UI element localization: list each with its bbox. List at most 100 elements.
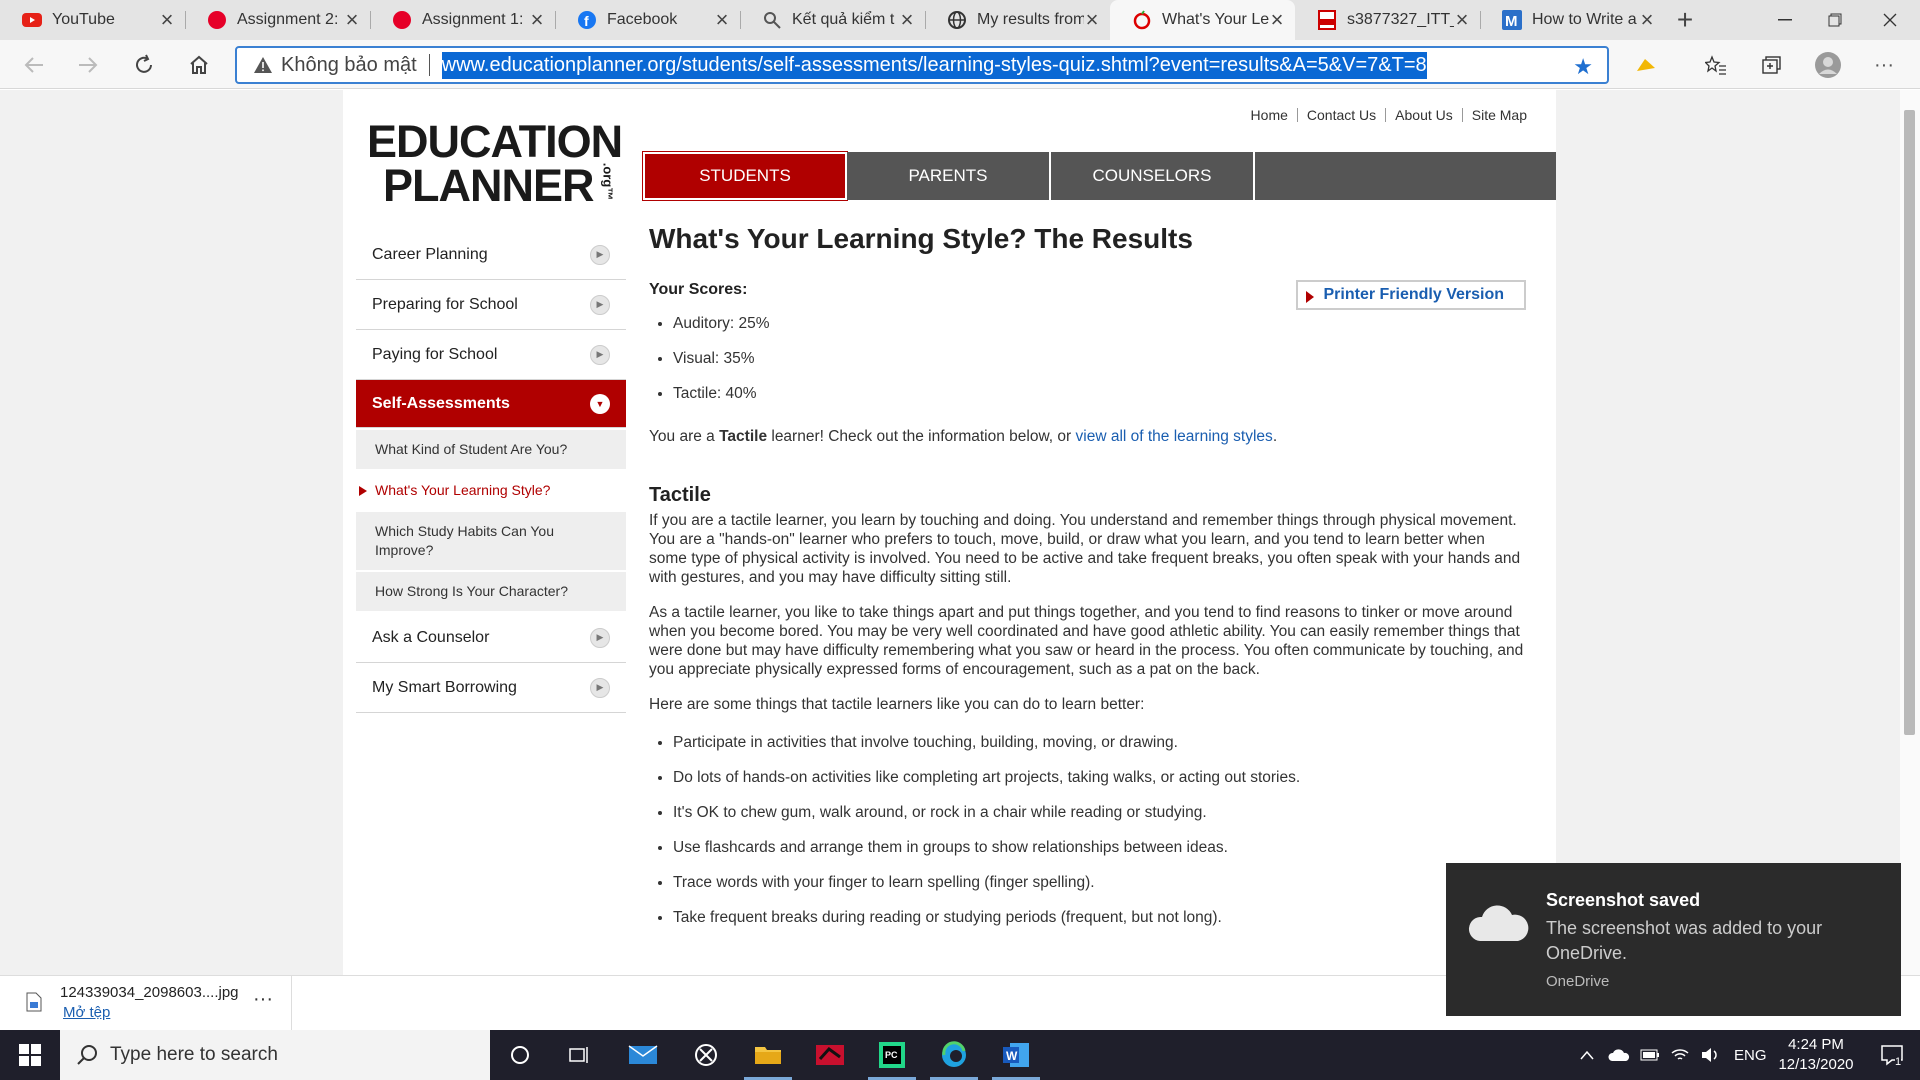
- edge-icon[interactable]: [924, 1030, 984, 1080]
- arrow-right-icon: ▶: [590, 677, 610, 698]
- search-icon: [76, 1044, 98, 1066]
- windows-start-icon[interactable]: [0, 1030, 60, 1080]
- language-indicator[interactable]: ENG: [1734, 1047, 1767, 1064]
- word-icon[interactable]: W: [986, 1030, 1046, 1080]
- nav-counselors[interactable]: COUNSELORS: [1051, 152, 1255, 200]
- favorite-star-icon[interactable]: ★: [1573, 54, 1593, 80]
- wifi-icon[interactable]: [1670, 1047, 1690, 1063]
- left-nav-preparing[interactable]: Preparing for School ▶: [356, 280, 626, 330]
- tab-label: Kết quả kiểm t: [792, 11, 895, 28]
- scrollbar[interactable]: [1900, 90, 1920, 975]
- top-link-about[interactable]: About Us: [1385, 108, 1462, 122]
- onedrive-icon[interactable]: [1608, 1048, 1630, 1062]
- mail-icon[interactable]: [613, 1030, 673, 1080]
- profile-avatar[interactable]: [1812, 49, 1844, 81]
- cortana-icon[interactable]: [490, 1030, 550, 1080]
- tab-label: My results from: [977, 11, 1084, 28]
- tab-my-results[interactable]: My results from ×: [925, 0, 1110, 40]
- notification-center-icon[interactable]: 1: [1862, 1030, 1920, 1080]
- open-file-link[interactable]: Mở tệp: [63, 1004, 110, 1021]
- result-end: .: [1272, 428, 1278, 445]
- close-window-button[interactable]: [1860, 0, 1920, 40]
- close-icon[interactable]: ×: [529, 9, 545, 31]
- volume-icon[interactable]: [1700, 1047, 1720, 1063]
- svg-text:M: M: [1505, 13, 1518, 30]
- tab-assignment-1[interactable]: Assignment 1: ×: [370, 0, 555, 40]
- left-nav-label: Preparing for School: [372, 295, 518, 313]
- tab-facebook[interactable]: f Facebook ×: [555, 0, 740, 40]
- tab-how-to-write[interactable]: M How to Write a ×: [1480, 0, 1665, 40]
- youtube-icon: [22, 10, 42, 30]
- arrow-right-icon: ▶: [590, 627, 610, 648]
- sub-nav-kind-of-student[interactable]: What Kind of Student Are You?: [356, 430, 626, 471]
- close-icon[interactable]: ×: [1639, 9, 1655, 31]
- nav-parents[interactable]: PARENTS: [847, 152, 1051, 200]
- left-nav-ask-counselor[interactable]: Ask a Counselor ▶: [356, 613, 626, 663]
- close-icon[interactable]: ×: [899, 9, 915, 31]
- left-nav-label: Ask a Counselor: [372, 628, 490, 646]
- tab-pdf[interactable]: s3877327_ITT_ ×: [1295, 0, 1480, 40]
- list-item: Trace words with your finger to learn sp…: [673, 874, 1526, 892]
- favorites-icon[interactable]: [1700, 49, 1732, 81]
- xbox-icon[interactable]: [676, 1030, 736, 1080]
- tab-youtube[interactable]: YouTube ×: [0, 0, 185, 40]
- list-item: Participate in activities that involve t…: [673, 734, 1526, 752]
- notification-toast[interactable]: Screenshot saved The screenshot was adde…: [1446, 863, 1901, 1016]
- extension-icon[interactable]: [1630, 49, 1662, 81]
- pdf-icon: [1317, 10, 1337, 30]
- list-item: Use flashcards and arrange them in group…: [673, 839, 1526, 857]
- tab-ket-qua[interactable]: Kết quả kiểm t ×: [740, 0, 925, 40]
- close-icon[interactable]: ×: [159, 9, 175, 31]
- sub-nav-study-habits[interactable]: Which Study Habits Can You Improve?: [356, 512, 626, 572]
- nav-students[interactable]: STUDENTS: [642, 151, 848, 201]
- tab-bar: YouTube × Assignment 2: × Assignment 1: …: [0, 0, 1920, 40]
- pycharm-icon[interactable]: PC: [862, 1030, 922, 1080]
- home-button[interactable]: [183, 49, 215, 81]
- left-nav-smart-borrowing[interactable]: My Smart Borrowing ▶: [356, 663, 626, 713]
- file-explorer-icon[interactable]: [738, 1030, 798, 1080]
- more-menu-icon[interactable]: ···: [1868, 49, 1900, 81]
- task-view-icon[interactable]: [550, 1030, 610, 1080]
- sub-nav-learning-style[interactable]: What's Your Learning Style?: [356, 471, 626, 512]
- left-nav-paying[interactable]: Paying for School ▶: [356, 330, 626, 380]
- warning-icon[interactable]: [253, 56, 273, 74]
- site-logo[interactable]: EDUCATION PLANNER .org™: [367, 119, 623, 208]
- close-icon[interactable]: ×: [714, 9, 730, 31]
- scrollbar-thumb[interactable]: [1904, 110, 1915, 735]
- printer-friendly-button[interactable]: Printer Friendly Version: [1295, 280, 1526, 310]
- left-nav-career-planning[interactable]: Career Planning ▶: [356, 230, 626, 280]
- close-icon[interactable]: ×: [1454, 9, 1470, 31]
- tab-assignment-2[interactable]: Assignment 2: ×: [185, 0, 370, 40]
- address-bar[interactable]: Không bảo mật www.educationplanner.org/s…: [235, 46, 1609, 84]
- battery-icon[interactable]: [1640, 1049, 1660, 1061]
- more-options-icon[interactable]: ···: [253, 988, 273, 1011]
- view-all-styles-link[interactable]: view all of the learning styles: [1076, 428, 1273, 445]
- security-label[interactable]: Không bảo mật: [281, 54, 417, 77]
- sub-nav-character[interactable]: How Strong Is Your Character?: [356, 572, 626, 613]
- svg-text:PC: PC: [885, 1050, 898, 1060]
- collections-icon[interactable]: [1756, 49, 1788, 81]
- new-tab-button[interactable]: +: [1665, 0, 1705, 40]
- tab-learning-style[interactable]: What's Your Le ×: [1110, 0, 1295, 40]
- svg-text:W: W: [1006, 1049, 1018, 1063]
- chevron-up-icon[interactable]: [1580, 1050, 1594, 1060]
- close-icon[interactable]: ×: [344, 9, 360, 31]
- top-link-contact[interactable]: Contact Us: [1296, 108, 1385, 122]
- clock[interactable]: 4:24 PM 12/13/2020: [1768, 1035, 1864, 1075]
- tips-list: Participate in activities that involve t…: [673, 734, 1526, 927]
- back-button[interactable]: [18, 49, 50, 81]
- left-nav-self-assessments[interactable]: Self-Assessments ▼: [356, 380, 626, 428]
- app-icon[interactable]: [800, 1030, 860, 1080]
- forward-button[interactable]: [72, 49, 104, 81]
- close-icon[interactable]: ×: [1084, 9, 1100, 31]
- close-icon[interactable]: ×: [1269, 9, 1285, 31]
- maximize-button[interactable]: [1805, 0, 1865, 40]
- refresh-button[interactable]: [128, 49, 160, 81]
- scores-list: Auditory: 25% Visual: 35% Tactile: 40%: [673, 315, 1526, 403]
- url-text[interactable]: www.educationplanner.org/students/self-a…: [441, 51, 1427, 79]
- top-link-sitemap[interactable]: Site Map: [1461, 108, 1536, 122]
- list-item: It's OK to chew gum, walk around, or roc…: [673, 804, 1526, 822]
- taskbar-search[interactable]: Type here to search: [60, 1030, 490, 1080]
- top-link-home[interactable]: Home: [1242, 108, 1297, 122]
- download-item[interactable]: 124339034_2098603....jpg Mở tệp ···: [0, 976, 292, 1031]
